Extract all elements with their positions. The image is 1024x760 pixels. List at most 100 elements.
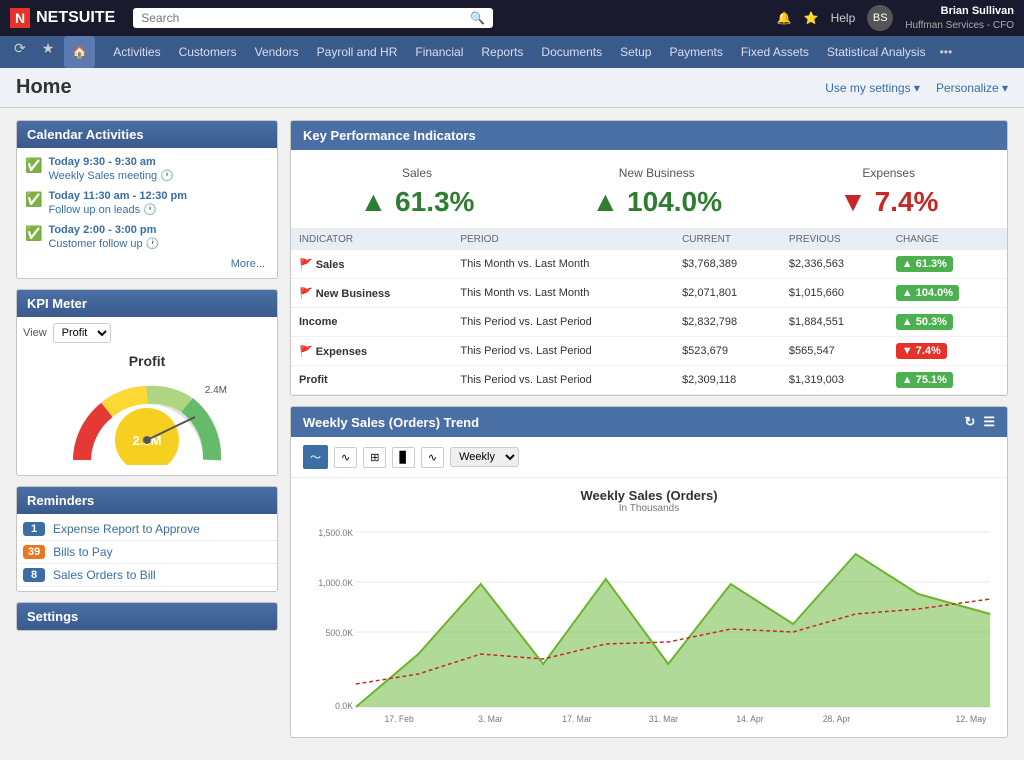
kpi-summary-sales-value: 61.3% [360,186,475,218]
nav-item-customers[interactable]: Customers [171,36,245,68]
chart-title: Weekly Sales (Orders) [303,488,995,503]
user-info: Brian Sullivan Huffman Services - CFO [905,4,1014,31]
nav-item-setup[interactable]: Setup [612,36,659,68]
history-icon[interactable]: ⟳ [8,36,32,68]
star-icon[interactable]: ⭐ [804,11,819,25]
kpi-view-select[interactable]: Profit Sales [53,323,111,343]
svg-text:12. May: 12. May [956,714,987,724]
kpi-previous-sales: $2,336,563 [781,250,888,279]
nav-item-statistical-analysis[interactable]: Statistical Analysis [819,36,934,68]
kpi-period-profit: This Period vs. Last Period [452,366,674,395]
kpi-period-expenses: This Period vs. Last Period [452,337,674,366]
kpi-indicator-expenses: 🚩Expenses [291,337,452,366]
check-icon-2: ✅ [25,191,42,208]
calendar-item-3: ✅ Today 2:00 - 3:00 pm Customer follow u… [25,224,269,250]
header-actions: Use my settings ▾ Personalize ▾ [825,81,1008,95]
kpi-meter-panel: KPI Meter View Profit Sales Profit 2.4M [16,289,278,476]
kpi-change-income: ▲ 50.3% [888,308,1007,337]
kpi-panel: Key Performance Indicators Sales 61.3% N… [290,120,1008,396]
kpi-current-sales: $3,768,389 [674,250,781,279]
kpi-indicator-sales: 🚩Sales [291,250,452,279]
nav-item-reports[interactable]: Reports [473,36,531,68]
nav-item-activities[interactable]: Activities [105,36,168,68]
reminder-item-2: 39 Bills to Pay [17,541,277,564]
use-my-settings-button[interactable]: Use my settings ▾ [825,81,920,95]
home-icon[interactable]: 🏠 [64,36,95,68]
col-current: CURRENT [674,229,781,250]
reminder-text-3[interactable]: Sales Orders to Bill [53,568,156,582]
avatar[interactable]: BS [867,5,893,31]
cal-title-1[interactable]: Weekly Sales meeting 🕐 [48,170,173,182]
check-icon-1: ✅ [25,157,42,174]
calendar-item-2: ✅ Today 11:30 am - 12:30 pm Follow up on… [25,190,269,216]
logo: N NETSUITE [10,8,115,28]
chart-type-area[interactable]: 〜 [303,445,328,469]
nav-item-vendors[interactable]: Vendors [247,36,307,68]
notifications-icon[interactable]: 🔔 [777,11,792,25]
search-bar[interactable]: 🔍 [133,8,493,28]
kpi-change-sales: ▲ 61.3% [888,250,1007,279]
nav-more-button[interactable]: ••• [940,45,953,59]
kpi-row-new-business: 🚩New Business This Month vs. Last Month … [291,279,1007,308]
kpi-meter-header: KPI Meter [17,290,277,317]
menu-icon[interactable]: ☰ [983,414,995,430]
cal-title-3[interactable]: Customer follow up 🕐 [48,238,159,250]
kpi-view-row: View Profit Sales [17,317,277,343]
chart-type-bar[interactable]: ▊ [392,447,414,468]
reminder-item-1: 1 Expense Report to Approve [17,518,277,541]
gauge-wrap: 2.4M 2.3M [67,375,227,465]
kpi-period-sales: This Month vs. Last Month [452,250,674,279]
kpi-current-profit: $2,309,118 [674,366,781,395]
reminders-body: 1 Expense Report to Approve 39 Bills to … [17,514,277,591]
chart-type-line[interactable]: ∿ [334,447,357,468]
settings-header: Settings [17,603,277,630]
kpi-period-income: This Period vs. Last Period [452,308,674,337]
kpi-table: INDICATOR PERIOD CURRENT PREVIOUS CHANGE… [291,229,1007,395]
nav-item-financial[interactable]: Financial [407,36,471,68]
nav-item-documents[interactable]: Documents [533,36,610,68]
cal-time-3: Today 2:00 - 3:00 pm [48,224,159,236]
nav-item-fixed-assets[interactable]: Fixed Assets [733,36,817,68]
kpi-previous-income: $1,884,551 [781,308,888,337]
weekly-sales-header: Weekly Sales (Orders) Trend ↻ ☰ [291,407,1007,437]
search-input[interactable] [141,11,470,25]
favorites-icon[interactable]: ★ [36,36,61,68]
svg-text:1,000.0K: 1,000.0K [318,578,353,588]
kpi-table-header-row: INDICATOR PERIOD CURRENT PREVIOUS CHANGE [291,229,1007,250]
kpi-summary-nb-value: 104.0% [592,186,722,218]
cal-time-2: Today 11:30 am - 12:30 pm [48,190,187,202]
cal-time-1: Today 9:30 - 9:30 am [48,156,173,168]
main-content: Calendar Activities ✅ Today 9:30 - 9:30 … [0,108,1024,750]
help-button[interactable]: Help [831,11,856,25]
reminder-text-1[interactable]: Expense Report to Approve [53,522,200,536]
user-role: Huffman Services - CFO [905,19,1014,32]
chart-type-wave[interactable]: ∿ [421,447,444,468]
nav-item-payments[interactable]: Payments [661,36,730,68]
kpi-summary-exp-value: 7.4% [839,186,938,218]
kpi-previous-expenses: $565,547 [781,337,888,366]
kpi-previous-nb: $1,015,660 [781,279,888,308]
cal-title-2[interactable]: Follow up on leads 🕐 [48,204,156,216]
nav-item-payroll[interactable]: Payroll and HR [309,36,406,68]
refresh-icon[interactable]: ↻ [964,414,975,430]
settings-panel: Settings [16,602,278,631]
page-header: Home Use my settings ▾ Personalize ▾ [0,68,1024,108]
weekly-period-select[interactable]: Weekly Monthly Daily [450,447,519,467]
kpi-row-expenses: 🚩Expenses This Period vs. Last Period $5… [291,337,1007,366]
kpi-row-sales: 🚩Sales This Month vs. Last Month $3,768,… [291,250,1007,279]
kpi-row-profit: Profit This Period vs. Last Period $2,30… [291,366,1007,395]
reminders-panel: Reminders 1 Expense Report to Approve 39… [16,486,278,592]
chart-type-filter[interactable]: ⊞ [363,447,386,468]
personalize-button[interactable]: Personalize ▾ [936,81,1008,95]
nav-quick-icons: ⟳ ★ 🏠 [8,36,95,68]
user-name: Brian Sullivan [941,4,1014,18]
reminders-header: Reminders [17,487,277,514]
kpi-summary-expenses: Expenses 7.4% [839,166,938,218]
kpi-indicator-income: Income [291,308,452,337]
right-icons: 🔔 ⭐ Help BS Brian Sullivan Huffman Servi… [777,4,1014,31]
calendar-more-link[interactable]: More... [25,258,269,270]
col-change: CHANGE [888,229,1007,250]
kpi-current-nb: $2,071,801 [674,279,781,308]
reminder-text-2[interactable]: Bills to Pay [53,545,112,559]
col-previous: PREVIOUS [781,229,888,250]
